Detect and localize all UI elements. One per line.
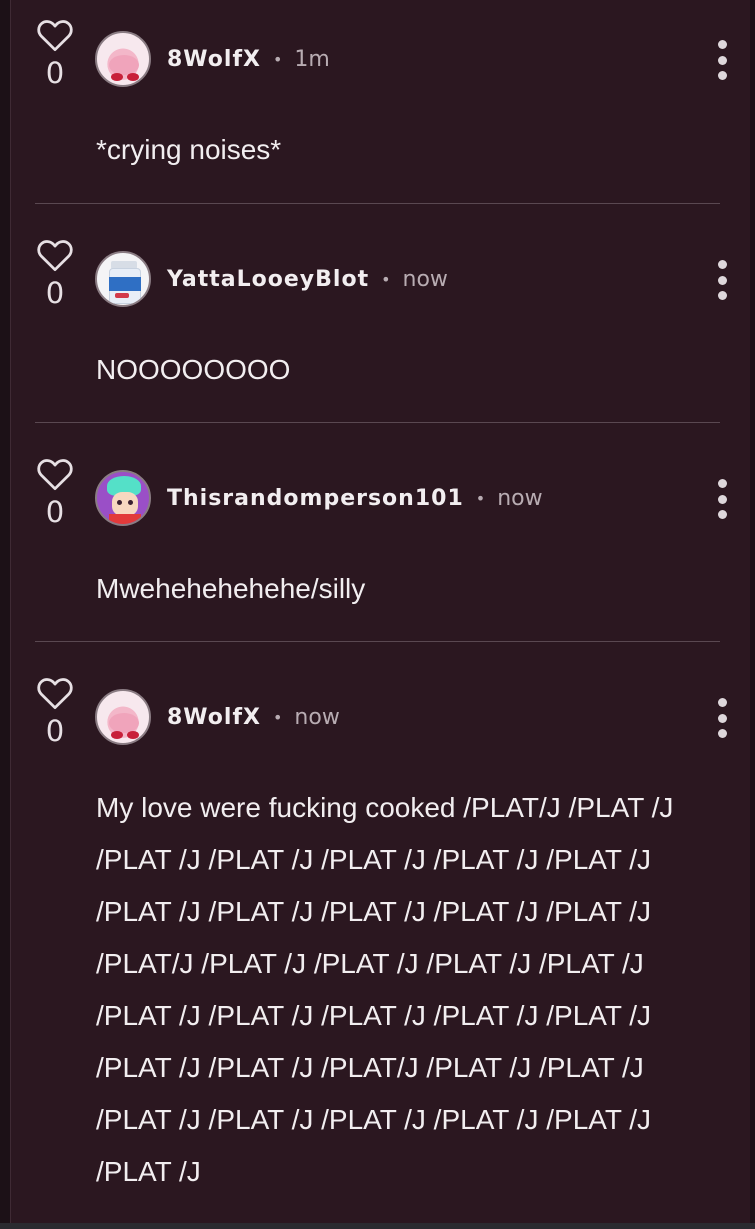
like-count: 0 — [45, 495, 65, 529]
more-options-icon[interactable] — [712, 260, 732, 300]
username[interactable]: 8WolfX — [167, 47, 261, 72]
like-count: 0 — [45, 714, 65, 748]
like-count: 0 — [45, 56, 65, 90]
more-options-icon[interactable] — [712, 698, 732, 738]
like-control[interactable]: 0 — [35, 18, 75, 88]
more-options-icon[interactable] — [712, 479, 732, 519]
timestamp: now — [402, 266, 448, 292]
comment-header: YattaLooeyBlot • now — [95, 248, 720, 310]
comment-header: Thisrandomperson101 • now — [95, 467, 720, 529]
comment-item: 0 Thisrandomperson101 • now Mweheheheheh… — [35, 423, 727, 642]
bottom-edge — [0, 1223, 755, 1229]
right-edge — [750, 0, 755, 1229]
separator-dot: • — [272, 49, 283, 69]
timestamp: now — [497, 485, 543, 511]
like-control[interactable]: 0 — [35, 238, 75, 308]
more-options-icon[interactable] — [712, 40, 732, 80]
heart-icon[interactable] — [36, 457, 74, 491]
like-control[interactable]: 0 — [35, 457, 75, 527]
comment-header: 8WolfX • now — [95, 686, 720, 748]
comments-screen: 0 8WolfX • 1m *crying noises* 0 YattaLoo… — [0, 0, 755, 1229]
comment-item: 0 YattaLooeyBlot • now NOOOOOOOO — [35, 204, 727, 423]
bottle-avatar[interactable] — [95, 251, 151, 307]
comment-header: 8WolfX • 1m — [95, 28, 720, 90]
username[interactable]: YattaLooeyBlot — [167, 267, 369, 292]
comment-item: 0 8WolfX • now My love were fucking cook… — [35, 642, 727, 1229]
separator-dot: • — [475, 488, 486, 508]
comment-text: Mwehehehehehe/silly — [96, 573, 366, 604]
like-count: 0 — [45, 276, 65, 310]
heart-icon[interactable] — [36, 18, 74, 52]
kirby-avatar[interactable] — [95, 31, 151, 87]
heart-icon[interactable] — [36, 238, 74, 272]
comment-text: My love were fucking cooked /PLAT/J /PLA… — [96, 792, 674, 1187]
username[interactable]: 8WolfX — [167, 705, 261, 730]
timestamp: 1m — [294, 46, 330, 72]
character-avatar[interactable] — [95, 470, 151, 526]
heart-icon[interactable] — [36, 676, 74, 710]
kirby-avatar[interactable] — [95, 689, 151, 745]
separator-dot: • — [272, 707, 283, 727]
comment-item: 0 8WolfX • 1m *crying noises* — [35, 0, 727, 204]
comment-text: NOOOOOOOO — [96, 354, 291, 385]
like-control[interactable]: 0 — [35, 676, 75, 746]
username[interactable]: Thisrandomperson101 — [167, 486, 464, 511]
separator-dot: • — [381, 269, 391, 289]
comment-list: 0 8WolfX • 1m *crying noises* 0 YattaLoo… — [10, 0, 750, 1229]
timestamp: now — [294, 704, 340, 730]
comment-text: *crying noises* — [96, 134, 282, 165]
